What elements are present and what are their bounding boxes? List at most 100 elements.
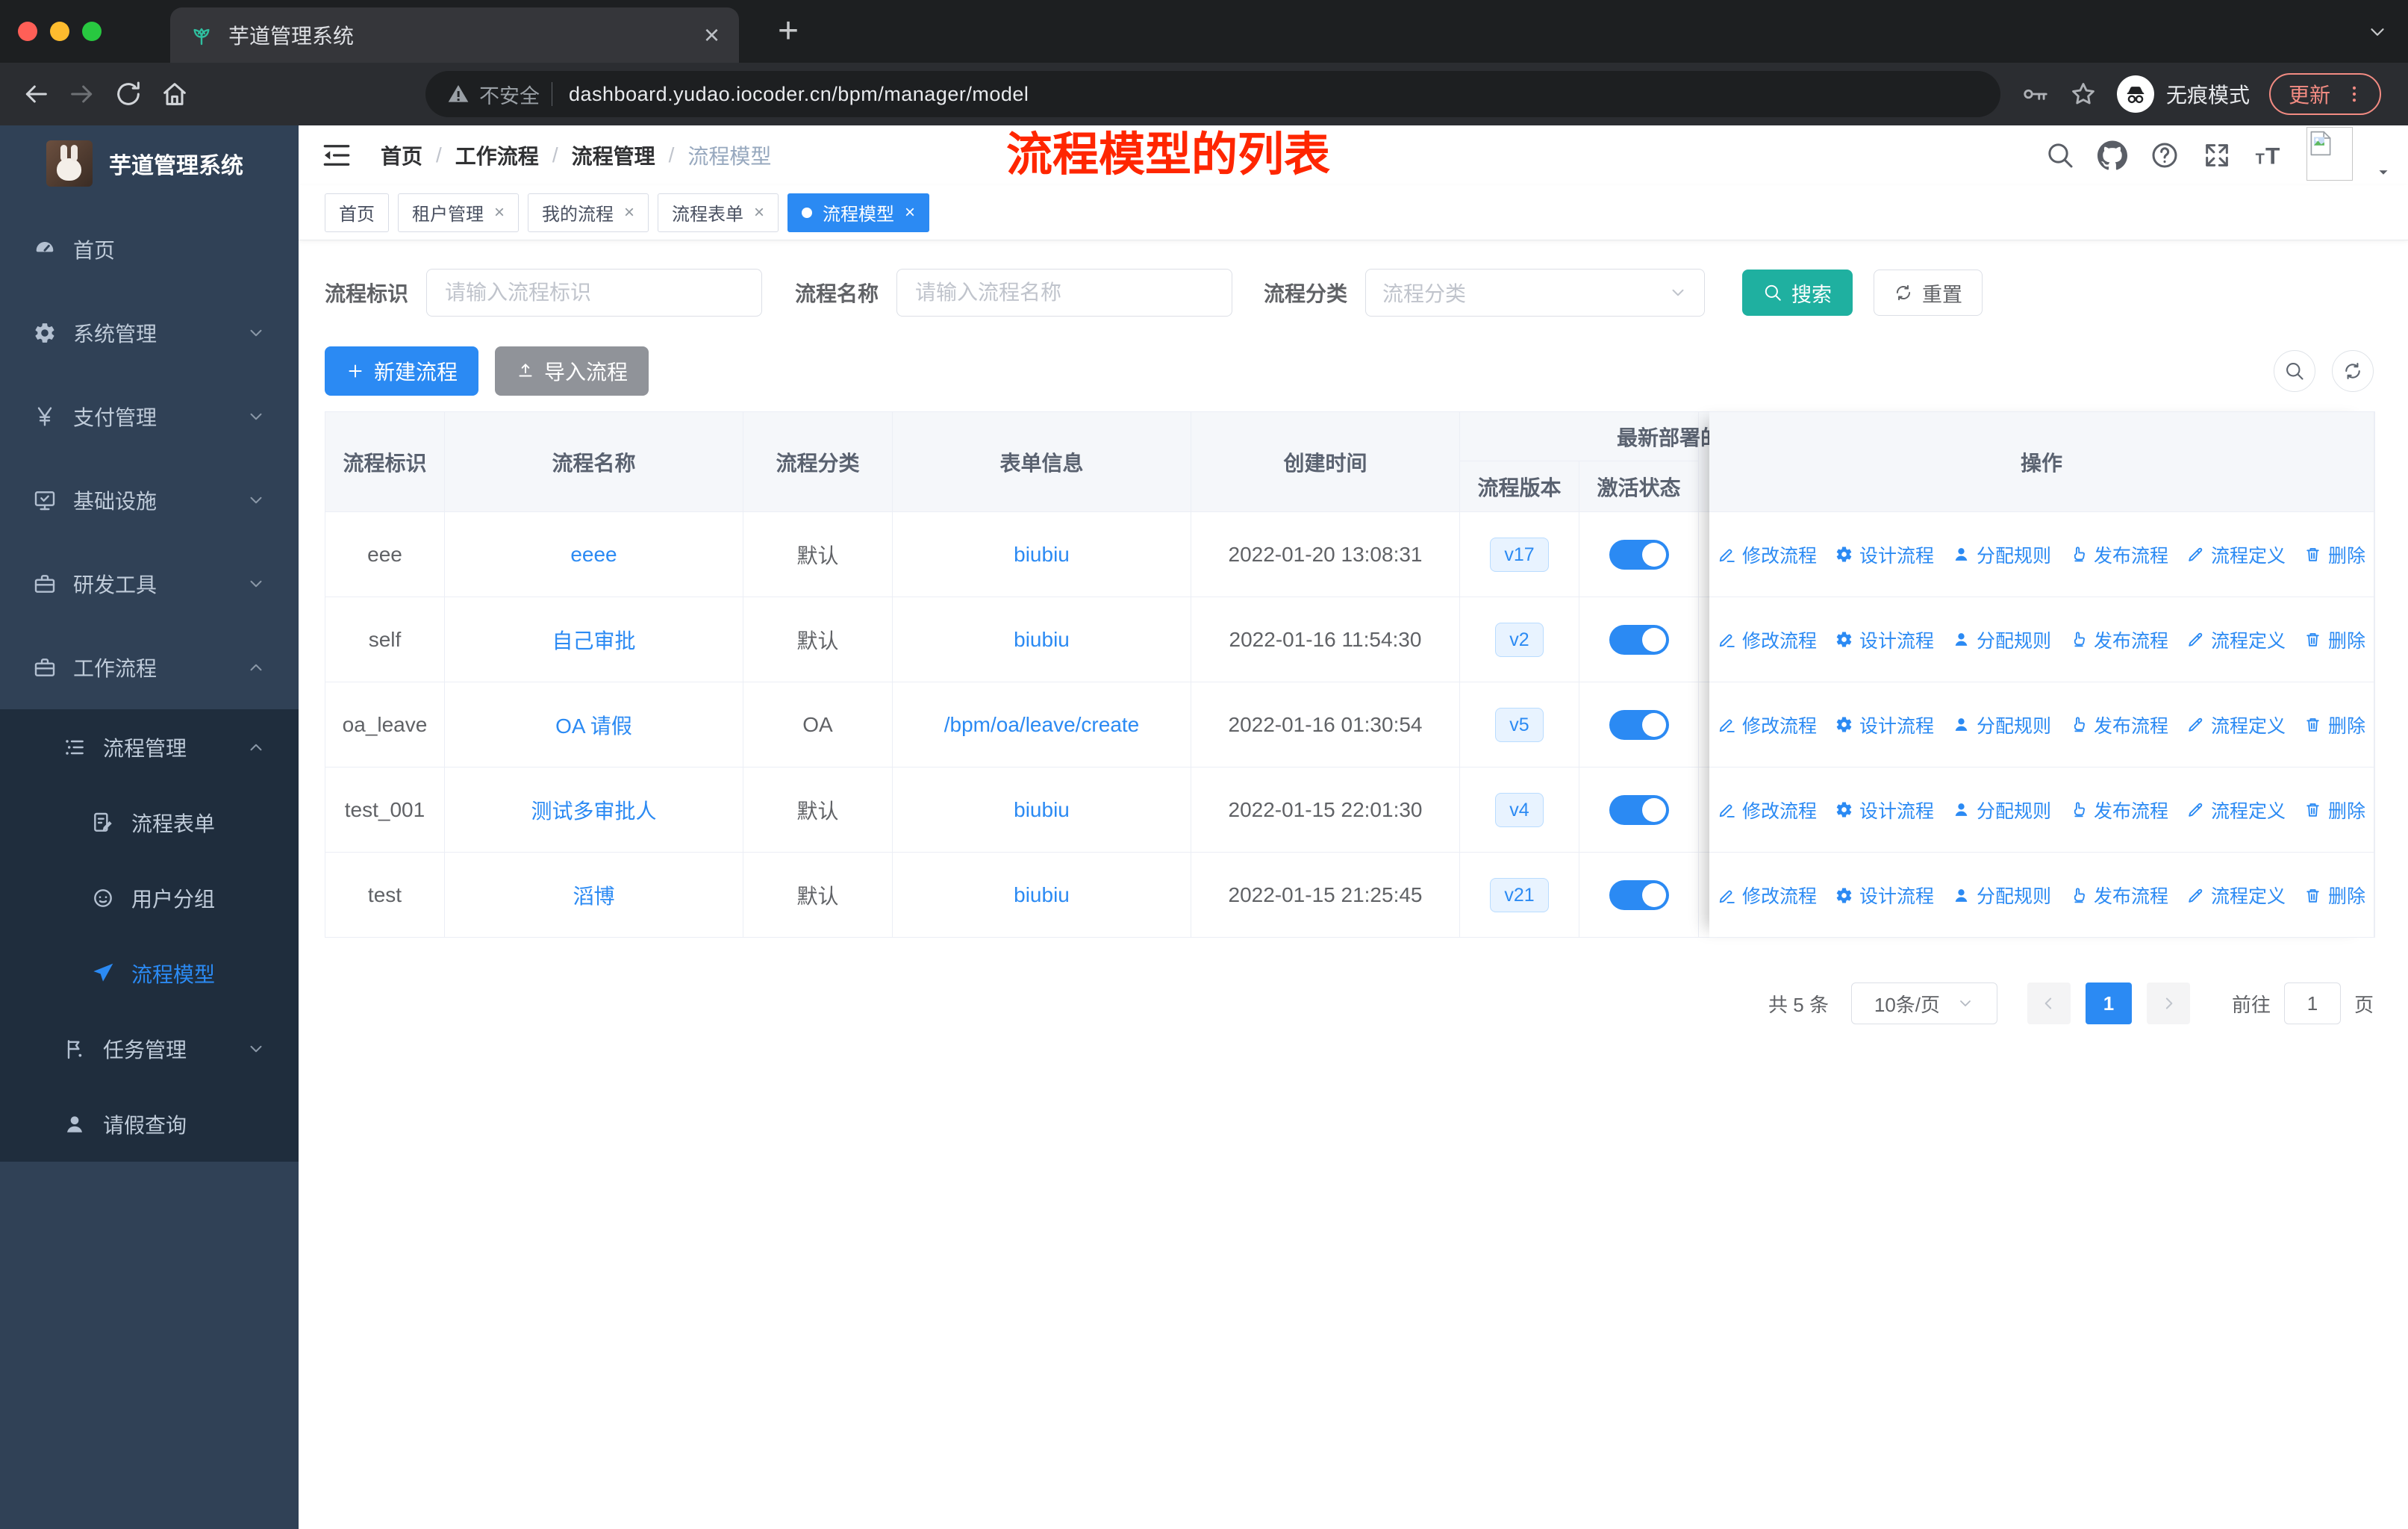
tag-tenant[interactable]: 租户管理 × (398, 193, 520, 232)
publish-action-link[interactable]: 发布流程 (2069, 882, 2168, 909)
active-status-toggle[interactable] (1609, 794, 1669, 825)
tag-process-model[interactable]: 流程模型 × (787, 193, 930, 232)
close-window-button[interactable] (18, 22, 37, 41)
edit-action-link[interactable]: 修改流程 (1718, 882, 1817, 909)
edit-action-link[interactable]: 修改流程 (1718, 711, 1817, 738)
delete-action-link[interactable]: 删除 (2303, 541, 2365, 568)
delete-action-link[interactable]: 删除 (2303, 711, 2365, 738)
password-key-icon[interactable] (2021, 80, 2050, 108)
show-search-icon[interactable] (2274, 350, 2315, 392)
sidebar-item-system[interactable]: 系统管理 (0, 291, 299, 375)
assign-rule-action-link[interactable]: 分配规则 (1952, 797, 2051, 823)
fullscreen-icon[interactable] (2202, 140, 2232, 170)
process-name-link[interactable]: OA 请假 (555, 714, 632, 738)
sidebar-item-home[interactable]: 首页 (0, 208, 299, 291)
new-tab-button[interactable]: + (778, 10, 799, 52)
active-status-toggle[interactable] (1609, 709, 1669, 740)
process-key-input[interactable] (426, 269, 763, 317)
process-name-input[interactable] (896, 269, 1233, 317)
definition-action-link[interactable]: 流程定义 (2186, 626, 2286, 653)
sidebar-item-leave-query[interactable]: 请假查询 (0, 1086, 299, 1162)
definition-action-link[interactable]: 流程定义 (2186, 541, 2286, 568)
goto-page-input[interactable] (2283, 983, 2341, 1024)
form-info-link[interactable]: /bpm/oa/leave/create (944, 713, 1140, 736)
search-button[interactable]: 搜索 (1742, 270, 1853, 316)
prev-page-button[interactable] (2027, 983, 2071, 1024)
security-label[interactable]: 不安全 (479, 80, 540, 109)
design-action-link[interactable]: 设计流程 (1835, 541, 1934, 568)
home-icon[interactable] (155, 75, 194, 113)
publish-action-link[interactable]: 发布流程 (2069, 626, 2168, 653)
tag-home[interactable]: 首页 (325, 193, 389, 232)
next-page-button[interactable] (2146, 983, 2190, 1024)
sidebar-item-workflow[interactable]: 工作流程 (0, 626, 299, 709)
active-status-toggle[interactable] (1609, 539, 1669, 570)
update-label[interactable]: 更新 (2289, 79, 2330, 109)
delete-action-link[interactable]: 删除 (2303, 882, 2365, 909)
definition-action-link[interactable]: 流程定义 (2186, 882, 2286, 909)
forward-icon[interactable] (63, 75, 102, 113)
bookmark-star-icon[interactable] (2069, 80, 2097, 108)
edit-action-link[interactable]: 修改流程 (1718, 797, 1817, 823)
browser-tab[interactable]: 芋道管理系统 × (170, 7, 739, 63)
assign-rule-action-link[interactable]: 分配规则 (1952, 541, 2051, 568)
page-size-select[interactable]: 10条/页 (1850, 983, 1997, 1024)
publish-action-link[interactable]: 发布流程 (2069, 711, 2168, 738)
url-text[interactable]: dashboard.yudao.iocoder.cn/bpm/manager/m… (569, 83, 1029, 106)
delete-action-link[interactable]: 删除 (2303, 626, 2365, 653)
url-bar[interactable]: 不安全 dashboard.yudao.iocoder.cn/bpm/manag… (425, 71, 2000, 117)
breadcrumb-item[interactable]: 工作流程 (455, 140, 539, 170)
definition-action-link[interactable]: 流程定义 (2186, 711, 2286, 738)
process-name-link[interactable]: eeee (570, 543, 617, 566)
sidebar-item-task-management[interactable]: 任务管理 (0, 1011, 299, 1086)
process-name-link[interactable]: 自己审批 (552, 629, 635, 653)
delete-action-link[interactable]: 删除 (2303, 797, 2365, 823)
sidebar-collapse-icon[interactable] (321, 140, 352, 171)
browser-update-button[interactable]: 更新 (2269, 73, 2382, 115)
sidebar-item-process-model[interactable]: 流程模型 (0, 935, 299, 1011)
assign-rule-action-link[interactable]: 分配规则 (1952, 626, 2051, 653)
tag-my-process[interactable]: 我的流程 × (528, 193, 649, 232)
tab-search-chevron-icon[interactable] (2366, 21, 2389, 43)
reset-button[interactable]: 重置 (1874, 270, 1983, 316)
process-name-link[interactable]: 滔博 (573, 885, 614, 908)
process-category-select[interactable]: 流程分类 (1365, 269, 1706, 317)
close-icon[interactable]: × (754, 203, 764, 222)
form-info-link[interactable]: biubiu (1014, 798, 1070, 821)
reload-icon[interactable] (109, 75, 148, 113)
refresh-icon[interactable] (2332, 350, 2374, 392)
sidebar-item-process-management[interactable]: 流程管理 (0, 709, 299, 785)
assign-rule-action-link[interactable]: 分配规则 (1952, 882, 2051, 909)
form-info-link[interactable]: biubiu (1014, 543, 1070, 566)
publish-action-link[interactable]: 发布流程 (2069, 541, 2168, 568)
avatar-caret-icon[interactable] (2375, 164, 2392, 181)
create-process-button[interactable]: 新建流程 (325, 346, 479, 396)
design-action-link[interactable]: 设计流程 (1835, 797, 1934, 823)
sidebar-item-infrastructure[interactable]: 基础设施 (0, 458, 299, 542)
font-size-icon[interactable]: TT (2254, 140, 2284, 170)
edit-action-link[interactable]: 修改流程 (1718, 541, 1817, 568)
design-action-link[interactable]: 设计流程 (1835, 882, 1934, 909)
form-info-link[interactable]: biubiu (1014, 883, 1070, 906)
tab-close-icon[interactable]: × (704, 22, 720, 49)
back-icon[interactable] (16, 75, 55, 113)
sidebar-item-payment[interactable]: 支付管理 (0, 375, 299, 458)
current-page-button[interactable]: 1 (2085, 983, 2132, 1024)
import-process-button[interactable]: 导入流程 (495, 346, 649, 396)
sidebar-item-devtools[interactable]: 研发工具 (0, 542, 299, 626)
breadcrumb-item[interactable]: 首页 (381, 140, 422, 170)
github-icon[interactable] (2097, 140, 2127, 170)
design-action-link[interactable]: 设计流程 (1835, 626, 1934, 653)
search-icon[interactable] (2045, 140, 2075, 170)
tag-process-form[interactable]: 流程表单 × (658, 193, 779, 232)
edit-action-link[interactable]: 修改流程 (1718, 626, 1817, 653)
sidebar-item-process-form[interactable]: 流程表单 (0, 785, 299, 860)
design-action-link[interactable]: 设计流程 (1835, 711, 1934, 738)
close-icon[interactable]: × (905, 203, 915, 222)
sidebar-item-user-group[interactable]: 用户分组 (0, 860, 299, 935)
close-icon[interactable]: × (624, 203, 634, 222)
active-status-toggle[interactable] (1609, 624, 1669, 655)
form-info-link[interactable]: biubiu (1014, 628, 1070, 651)
assign-rule-action-link[interactable]: 分配规则 (1952, 711, 2051, 738)
user-avatar-placeholder[interactable] (2306, 127, 2353, 181)
